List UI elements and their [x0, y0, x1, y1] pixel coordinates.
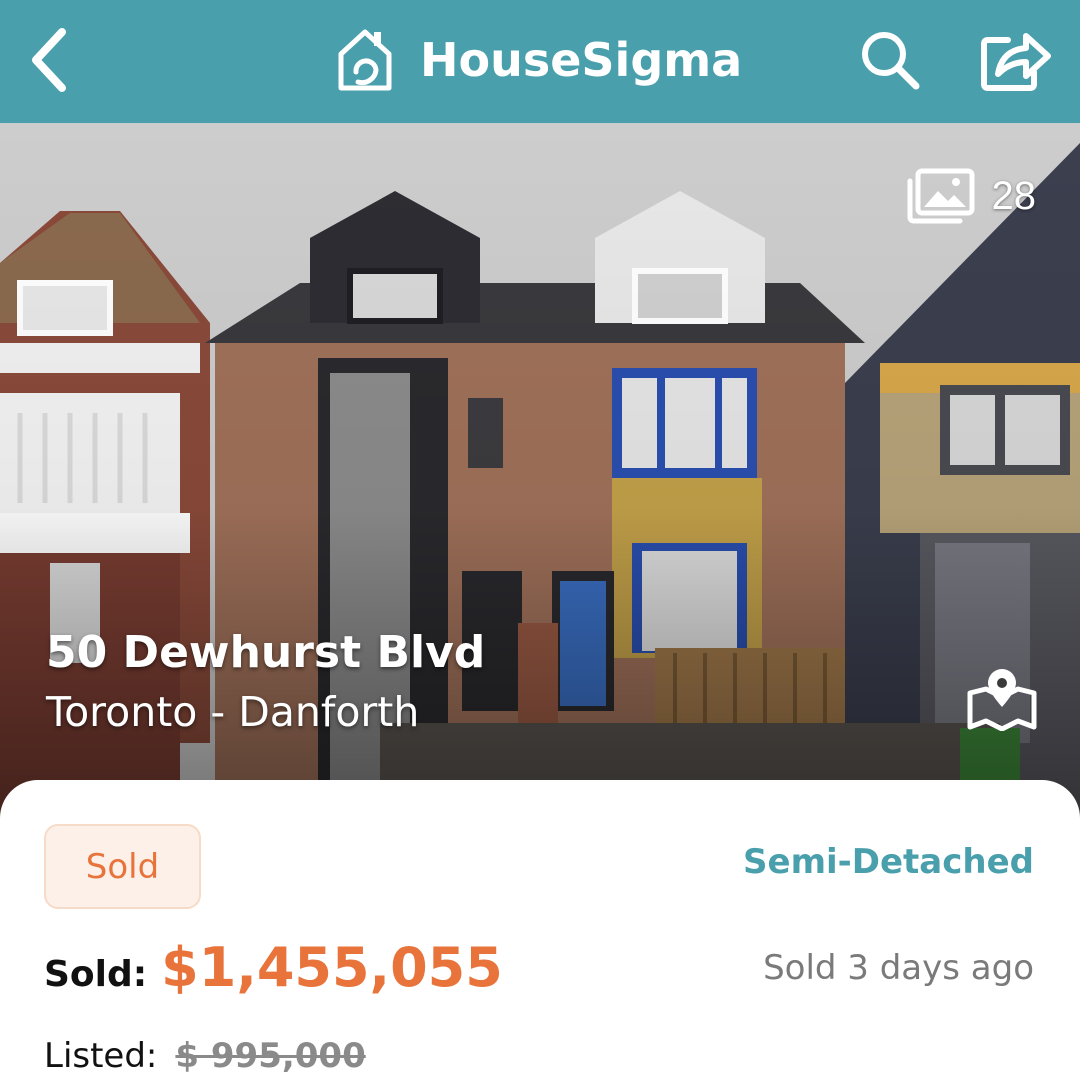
search-button[interactable] [858, 26, 922, 92]
brand: HouseSigma [336, 24, 742, 96]
top-app-bar: HouseSigma [0, 0, 1080, 123]
listing-summary-card: Sold Semi-Detached Sold: $1,455,055 Sold… [0, 780, 1080, 1092]
photo-gallery-icon [907, 168, 974, 224]
listing-photo[interactable]: 28 50 Dewhurst Blvd Toronto - Danforth [0, 123, 1080, 823]
share-icon [981, 33, 1051, 91]
address-block: 50 Dewhurst Blvd Toronto - Danforth [46, 627, 485, 736]
back-button[interactable] [22, 22, 82, 98]
photo-count-text: 28 [991, 173, 1037, 218]
sold-price-row: Sold: $1,455,055 [44, 936, 503, 999]
map-button[interactable] [964, 663, 1040, 732]
map-pin-icon [967, 669, 1037, 732]
sold-label: Sold: [44, 954, 148, 995]
sold-price: $1,455,055 [161, 936, 503, 999]
chevron-left-icon [32, 28, 66, 92]
search-icon [862, 32, 920, 90]
share-button[interactable] [978, 24, 1054, 94]
brand-name: HouseSigma [420, 33, 743, 87]
listed-label: Listed: [44, 1036, 158, 1076]
status-text: Sold [85, 846, 160, 887]
photo-count[interactable]: 28 [902, 167, 1037, 225]
listed-price-row: Listed: $ 995,000 [44, 1036, 366, 1076]
sold-date-text: Sold 3 days ago [763, 948, 1034, 988]
neighbourhood: Toronto - Danforth [46, 688, 420, 736]
status-badge: Sold [44, 824, 201, 909]
listed-price: $ 995,000 [175, 1036, 366, 1076]
property-type: Semi-Detached [743, 842, 1034, 882]
street-address: 50 Dewhurst Blvd [46, 627, 486, 678]
listing-screen: HouseSigma 28 50 Dewhurst Blvd Toronto -… [0, 0, 1080, 1092]
house-swirl-logo-icon [338, 29, 392, 91]
